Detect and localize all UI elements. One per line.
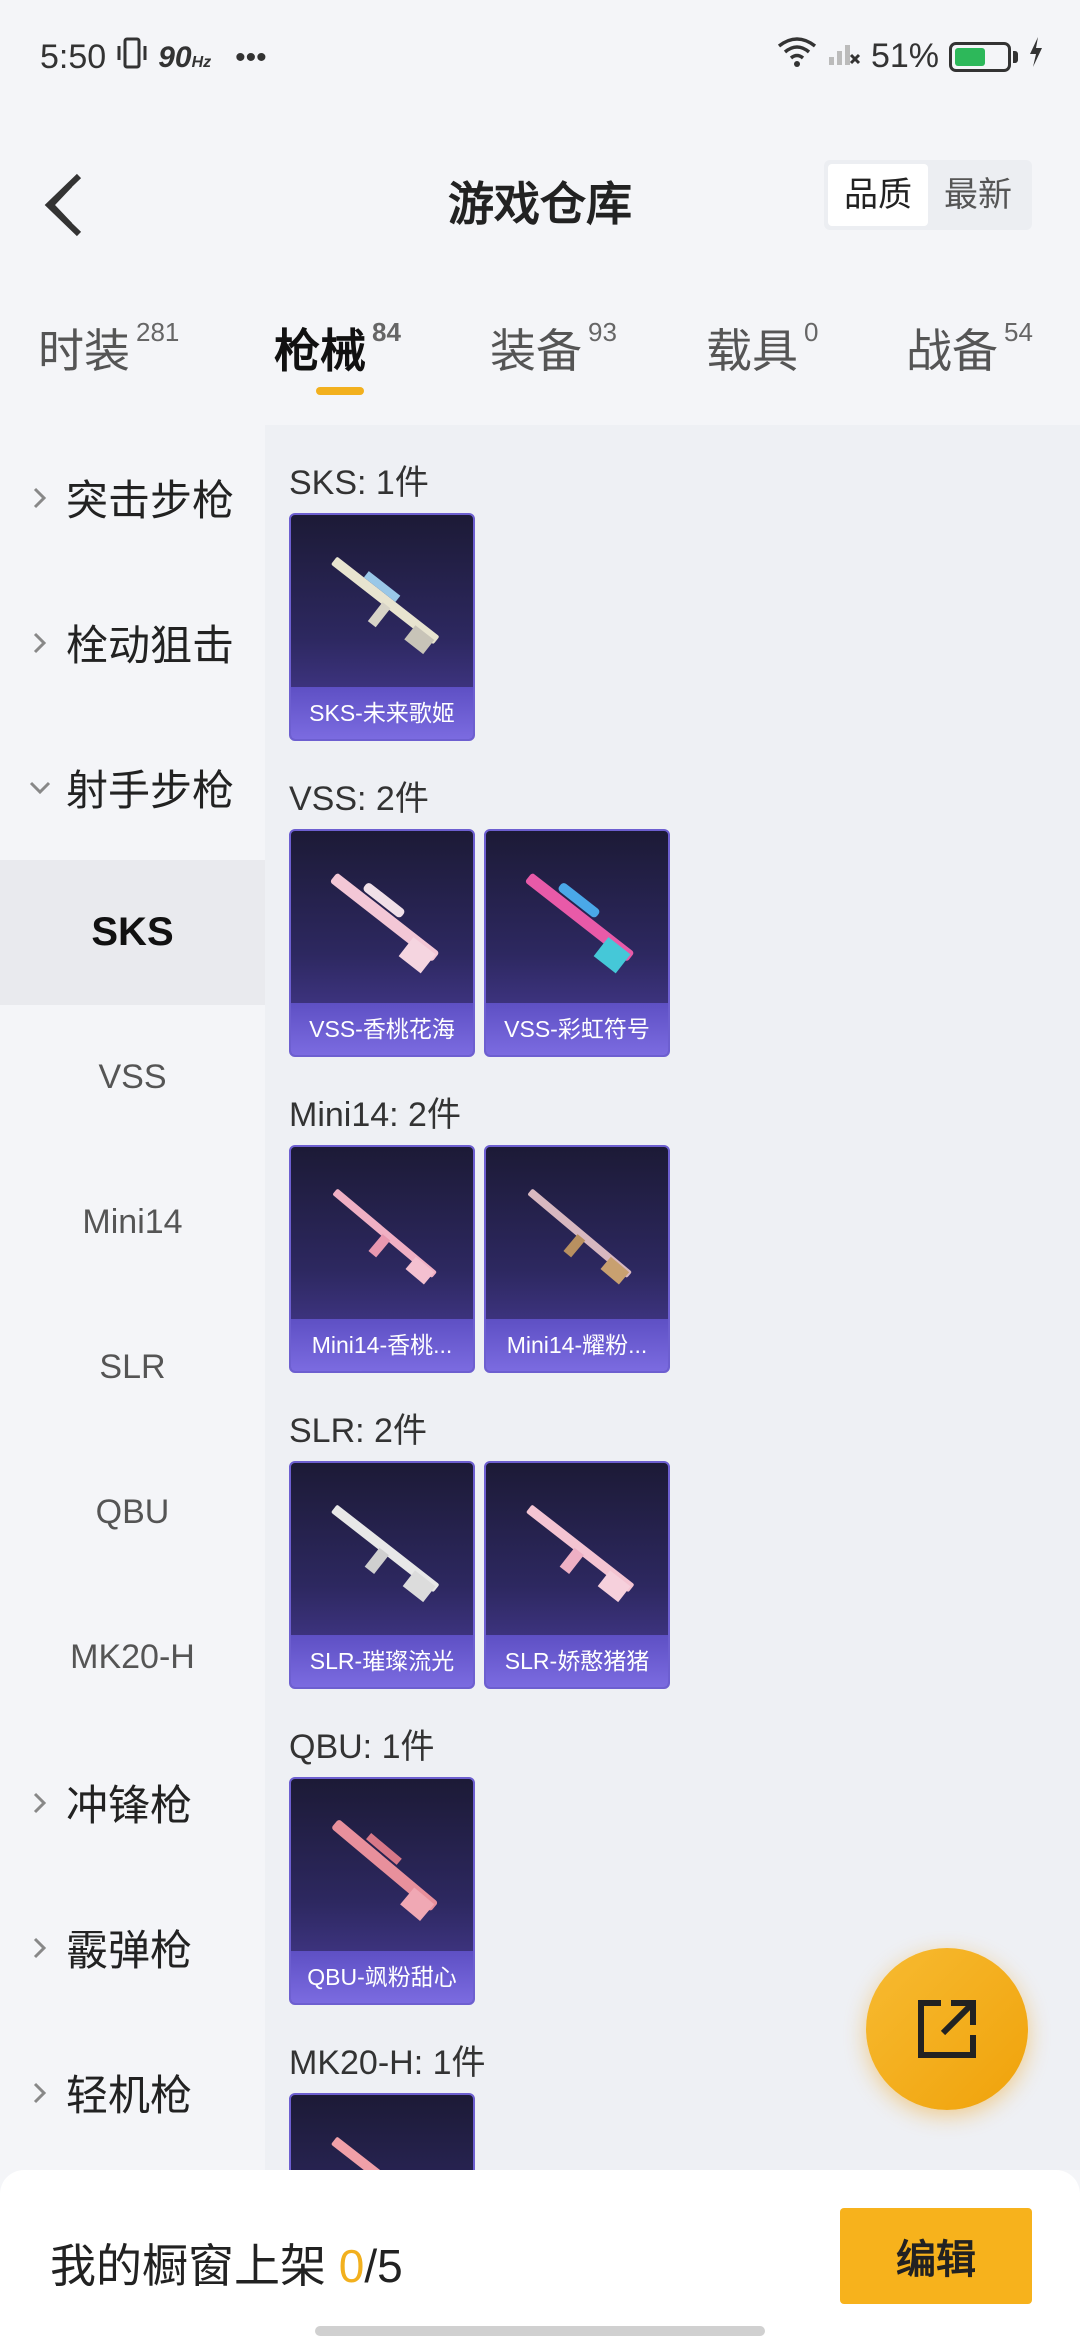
rifle-icon — [528, 1189, 632, 1285]
tab-weapons[interactable]: 枪械 84 — [274, 315, 401, 381]
sidebar-category-shotgun[interactable]: 霰弹枪 — [0, 1875, 265, 2020]
weapon-card[interactable]: VSS-香桃花海 — [289, 829, 475, 1057]
rifle-icon — [331, 2137, 439, 2170]
weapon-card[interactable]: Mini14-香桃... — [289, 1145, 475, 1373]
weapon-grid: SKS: 1件 SKS-未来歌姬 VSS: 2件 VSS-香桃花海 VSS-彩虹… — [265, 425, 1080, 2170]
wifi-icon — [777, 36, 817, 77]
chevron-right-icon — [28, 1791, 52, 1815]
sidebar-category-assault-rifle[interactable]: 突击步枪 — [0, 425, 265, 570]
sidebar-sub-vss[interactable]: VSS — [0, 1005, 265, 1150]
more-notifications-icon: ••• — [235, 40, 267, 74]
tab-fashion[interactable]: 时装 281 — [38, 315, 179, 381]
group-title: VSS: 2件 — [289, 780, 429, 818]
battery-icon — [949, 41, 1011, 72]
weapon-card[interactable] — [289, 2093, 475, 2170]
status-bar: 5:50 90Hz ••• 51% — [0, 0, 1080, 110]
sort-toggle: 品质 最新 — [824, 160, 1032, 230]
tab-equipment[interactable]: 装备 93 — [490, 315, 617, 381]
sort-quality-option[interactable]: 品质 — [828, 164, 928, 226]
weapon-card[interactable]: SLR-璀璨流光 — [289, 1461, 475, 1689]
sidebar-sub-slr[interactable]: SLR — [0, 1295, 265, 1440]
rifle-icon — [525, 873, 634, 974]
weapon-card[interactable]: SKS-未来歌姬 — [289, 513, 475, 741]
sidebar: 突击步枪 栓动狙击 射手步枪 SKS VSS Mini14 SLR QBU MK… — [0, 425, 265, 2170]
tab-supplies[interactable]: 战备 54 — [906, 315, 1033, 381]
sidebar-category-smg[interactable]: 冲锋枪 — [0, 1730, 265, 1875]
back-button[interactable] — [28, 160, 98, 250]
back-arrow-icon — [44, 173, 82, 237]
chevron-right-icon — [28, 631, 52, 655]
vibrate-icon — [116, 36, 148, 79]
header: 游戏仓库 品质 最新 — [0, 110, 1080, 280]
weapon-card[interactable]: Mini14-耀粉... — [484, 1145, 670, 1373]
share-button[interactable] — [866, 1948, 1028, 2110]
chevron-down-icon — [28, 776, 52, 800]
rifle-icon — [331, 1505, 439, 1603]
signal-icon — [827, 37, 861, 76]
share-external-icon — [918, 2000, 976, 2058]
group-title: SKS: 1件 — [289, 464, 429, 502]
chevron-right-icon — [28, 486, 52, 510]
bottom-bar: 我的橱窗上架 0/5 编辑 — [0, 2170, 1080, 2340]
group-title: QBU: 1件 — [289, 1728, 435, 1766]
charging-icon — [1028, 37, 1044, 76]
sort-newest-option[interactable]: 最新 — [928, 164, 1028, 226]
rifle-icon — [332, 1820, 438, 1922]
refresh-rate: 90Hz — [158, 40, 212, 74]
tab-vehicles[interactable]: 载具 0 — [706, 315, 818, 381]
group-title: Mini14: 2件 — [289, 1096, 461, 1134]
active-tab-indicator — [316, 387, 364, 395]
rifle-icon — [330, 873, 439, 974]
edit-button[interactable]: 编辑 — [840, 2208, 1032, 2304]
sidebar-sub-sks[interactable]: SKS — [0, 860, 265, 1005]
rifle-icon — [331, 557, 439, 655]
chevron-right-icon — [28, 2081, 52, 2105]
rifle-icon — [526, 1505, 634, 1603]
category-tabs: 时装 281 枪械 84 装备 93 载具 0 战备 54 — [0, 295, 1080, 415]
sidebar-category-bolt-sniper[interactable]: 栓动狙击 — [0, 570, 265, 715]
sidebar-sub-mk20h[interactable]: MK20-H — [0, 1585, 265, 1730]
sidebar-sub-mini14[interactable]: Mini14 — [0, 1150, 265, 1295]
sidebar-sub-qbu[interactable]: QBU — [0, 1440, 265, 1585]
status-time: 5:50 — [40, 38, 107, 76]
sidebar-category-marksman-rifle[interactable]: 射手步枪 — [0, 715, 265, 860]
home-indicator[interactable] — [315, 2326, 765, 2336]
shelf-status: 我的橱窗上架 0/5 — [50, 2240, 403, 2292]
group-title: SLR: 2件 — [289, 1412, 427, 1450]
weapon-card[interactable]: QBU-飒粉甜心 — [289, 1777, 475, 2005]
chevron-right-icon — [28, 1936, 52, 1960]
weapon-card[interactable]: SLR-娇憨猪猪 — [484, 1461, 670, 1689]
rifle-icon — [333, 1189, 437, 1285]
battery-percent: 51% — [870, 37, 939, 75]
weapon-card[interactable]: VSS-彩虹符号 — [484, 829, 670, 1057]
sidebar-category-lmg[interactable]: 轻机枪 — [0, 2020, 265, 2165]
